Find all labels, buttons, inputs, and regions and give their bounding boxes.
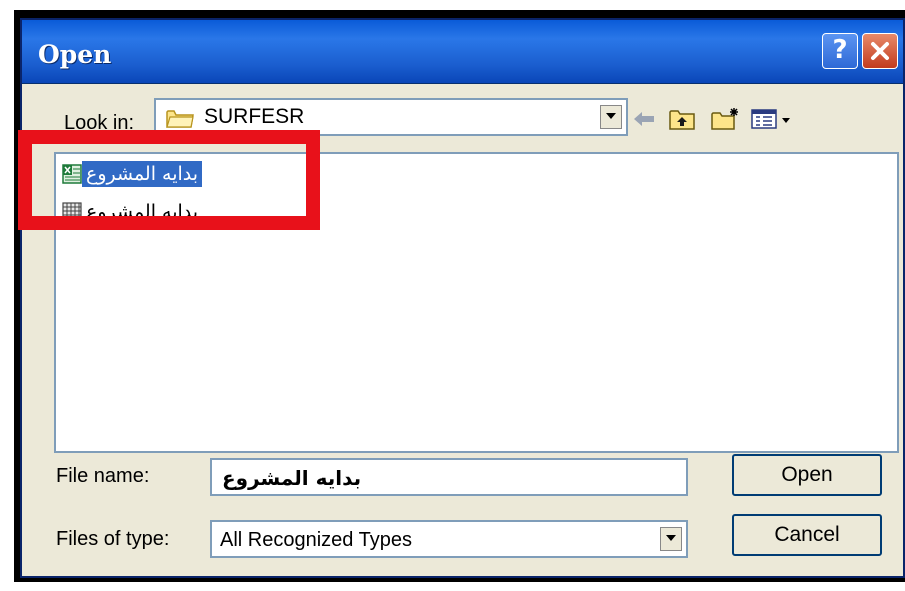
- chevron-down-icon: [666, 535, 676, 541]
- file-name-input[interactable]: بدايه المشروع: [210, 458, 688, 496]
- up-folder-icon[interactable]: [668, 106, 696, 132]
- back-arrow-icon[interactable]: [630, 106, 658, 132]
- folder-icon: [166, 110, 194, 128]
- chevron-down-icon: [606, 113, 616, 119]
- files-of-type-dropdown-arrow[interactable]: [660, 527, 682, 551]
- annotation-highlight-box: [18, 130, 320, 230]
- open-button[interactable]: Open: [732, 454, 882, 496]
- files-of-type-value: All Recognized Types: [220, 529, 412, 551]
- look-in-value: SURFESR: [204, 105, 305, 128]
- dialog-title: Open: [38, 40, 112, 69]
- look-in-dropdown-arrow[interactable]: [600, 105, 622, 129]
- files-of-type-label: Files of type:: [56, 528, 170, 550]
- files-of-type-dropdown[interactable]: All Recognized Types: [210, 520, 688, 558]
- view-menu-icon[interactable]: [750, 106, 794, 132]
- cancel-button[interactable]: Cancel: [732, 514, 882, 556]
- file-name-label: File name:: [56, 465, 150, 487]
- open-dialog: Open ? Look in: SURFESR بدايه المشروع بد…: [20, 18, 905, 578]
- close-icon: [871, 42, 889, 60]
- close-button[interactable]: [862, 33, 898, 69]
- help-button[interactable]: ?: [822, 33, 858, 69]
- new-folder-icon[interactable]: [710, 106, 740, 132]
- title-bar[interactable]: Open ?: [22, 20, 903, 84]
